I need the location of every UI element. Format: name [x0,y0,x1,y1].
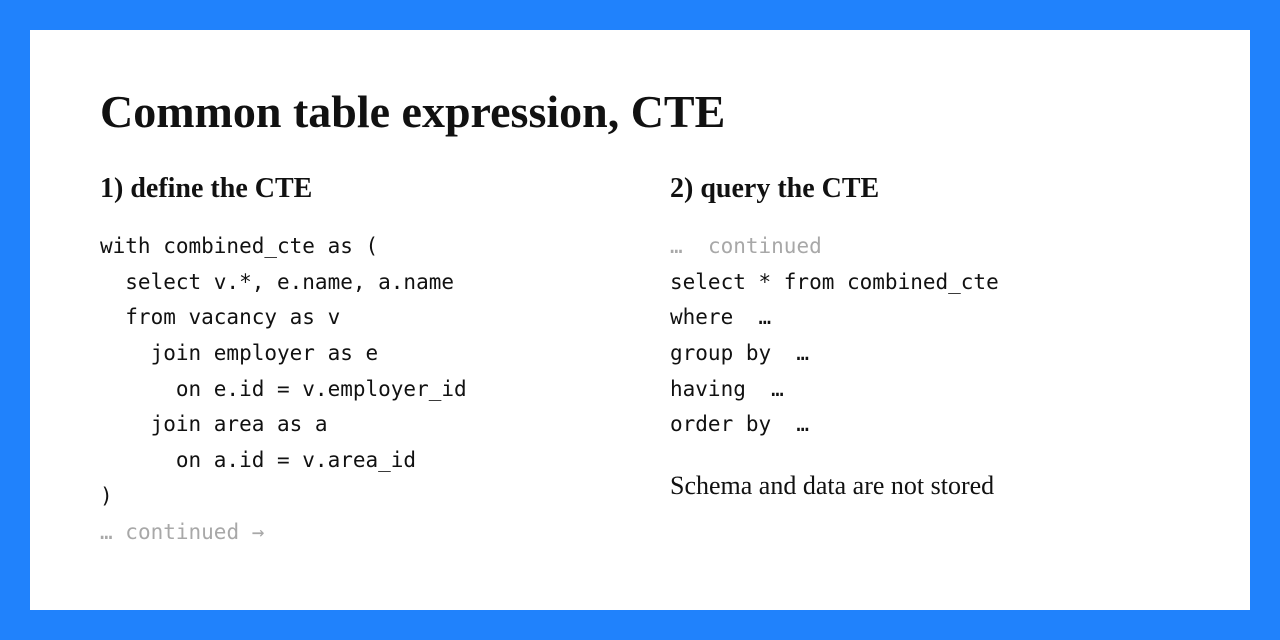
right-heading: 2) query the CTE [670,173,1180,205]
left-column: 1) define the CTE with combined_cte as (… [100,173,610,550]
code-line: where … [670,305,771,329]
ellipsis: … [100,520,125,544]
code-line: on e.id = v.employer_id [100,377,467,401]
code-line: with combined_cte as ( [100,234,378,258]
code-line: select * from combined_cte [670,270,999,294]
ellipsis: … [670,234,708,258]
continued-text: continued [708,234,822,258]
code-line: order by … [670,412,809,436]
continued-text: continued → [125,520,264,544]
left-code-block: with combined_cte as ( select v.*, e.nam… [100,229,610,550]
continued-marker: … continued [670,234,822,258]
slide-card: Common table expression, CTE 1) define t… [30,30,1250,610]
code-line: from vacancy as v [100,305,340,329]
left-heading: 1) define the CTE [100,173,610,205]
code-line: select v.*, e.name, a.name [100,270,454,294]
continued-marker: … continued → [100,520,264,544]
code-line: join employer as e [100,341,378,365]
slide-title: Common table expression, CTE [100,85,1180,138]
code-line: join area as a [100,412,328,436]
code-line: group by … [670,341,809,365]
code-line: ) [100,484,113,508]
code-line: having … [670,377,784,401]
note-text: Schema and data are not stored [670,471,1180,501]
code-line: on a.id = v.area_id [100,448,416,472]
columns-container: 1) define the CTE with combined_cte as (… [100,173,1180,550]
right-code-block: … continued select * from combined_cte w… [670,229,1180,443]
right-column: 2) query the CTE … continued select * fr… [670,173,1180,550]
